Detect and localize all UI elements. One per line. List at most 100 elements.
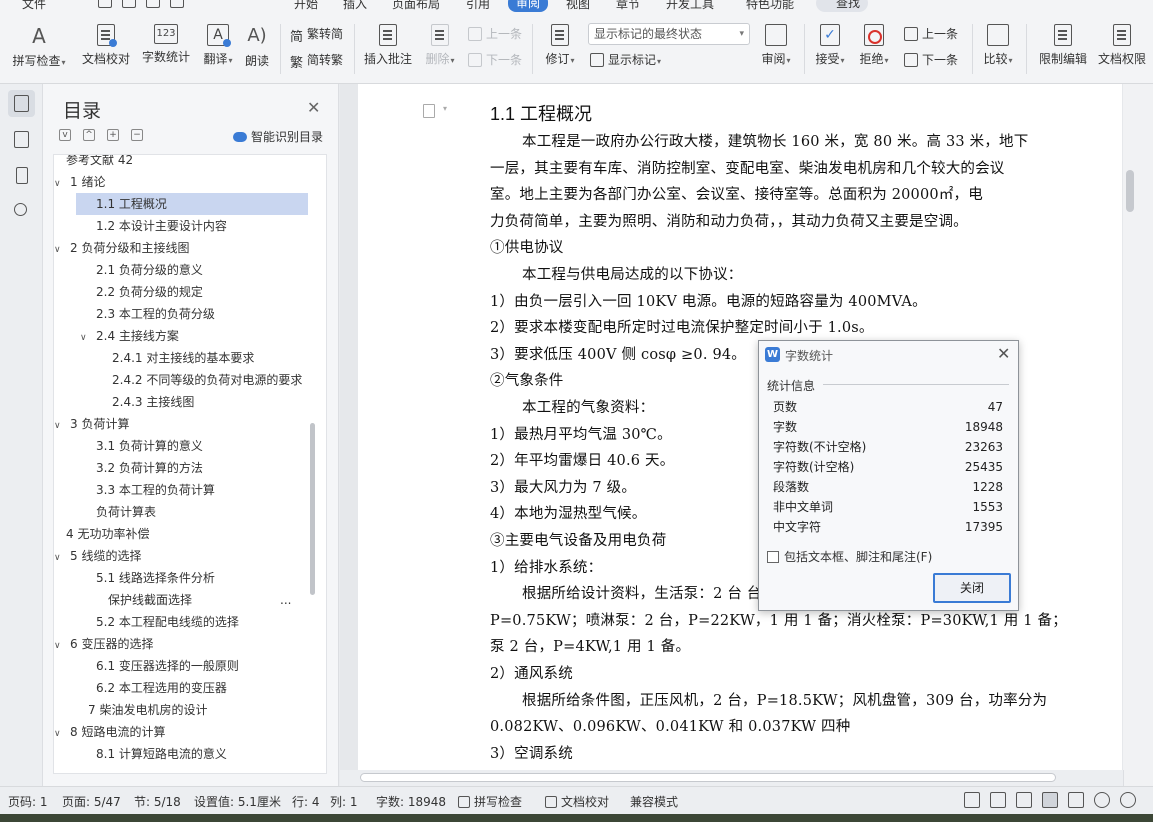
horizontal-scrollbar[interactable] [340, 770, 1123, 786]
close-icon[interactable]: ✕ [997, 344, 1010, 363]
toc-item[interactable]: ∨ 8 短路电流的计算 [54, 721, 304, 743]
toc-item[interactable]: 2.4.3 主接线图 [54, 391, 304, 413]
toc-item[interactable]: 2.4.2 不同等级的负荷对电源的要求 [54, 369, 304, 391]
chevron-down-icon[interactable]: ∨ [54, 635, 64, 655]
status-proof-button[interactable]: 文档校对 [545, 793, 609, 810]
scroll-thumb[interactable] [1126, 170, 1134, 212]
close-icon[interactable]: ✕ [307, 98, 320, 117]
chapter-pane-button[interactable] [8, 126, 35, 153]
simp-to-trad-button[interactable]: 繁简转繁 [290, 51, 343, 71]
toc-item[interactable]: ∨ 5 线缆的选择 [54, 545, 304, 567]
outline-view-icon[interactable] [1068, 792, 1084, 808]
accept-button[interactable]: ✓ 接受▾ [812, 24, 848, 67]
toc-item[interactable]: 1.1 工程概况 [76, 193, 308, 215]
status-page[interactable]: 页面: 5/47 [62, 793, 121, 810]
delete-comment-button[interactable]: 删除▾ [420, 24, 460, 67]
menu-layout[interactable]: 页面布局 [392, 0, 440, 12]
menu-reference[interactable]: 引用 [466, 0, 490, 12]
chevron-down-icon[interactable]: ∨ [54, 547, 64, 567]
search-pane-button[interactable] [8, 198, 35, 225]
doc-permission-button[interactable]: 文档权限 [1095, 24, 1149, 67]
toc-item[interactable]: 7 柴油发电机房的设计 [54, 699, 304, 721]
toc-item[interactable]: 保护线截面选择... [54, 589, 304, 611]
print-icon[interactable] [146, 0, 160, 8]
toc-item[interactable]: 2.1 负荷分级的意义 [54, 259, 304, 281]
menu-home[interactable]: 开始 [294, 0, 318, 12]
word-count-button[interactable]: 123 字数统计 [140, 24, 192, 65]
status-page-no[interactable]: 页码: 1 [8, 793, 48, 810]
toc-item[interactable]: ∨ 2.4 主接线方案 [54, 325, 304, 347]
menu-view[interactable]: 视图 [566, 0, 590, 12]
status-words[interactable]: 字数: 18948 [376, 793, 446, 810]
read-aloud-button[interactable]: A) 朗读 [242, 24, 272, 69]
chevron-down-icon[interactable]: ▾ [443, 104, 447, 113]
smart-toc-button[interactable]: 智能识别目录 [233, 128, 323, 145]
reject-button[interactable]: 拒绝▾ [856, 24, 892, 67]
toc-item[interactable]: 3.2 负荷计算的方法 [54, 457, 304, 479]
review-pane-button[interactable]: 审阅▾ [756, 24, 796, 67]
toc-item[interactable]: 2.4.1 对主接线的基本要求 [54, 347, 304, 369]
status-spell-button[interactable]: 拼写检查 [458, 793, 522, 810]
chevron-down-icon[interactable]: ∨ [54, 723, 64, 743]
scroll-thumb[interactable] [360, 773, 1056, 782]
status-row[interactable]: 行: 4 [292, 793, 320, 810]
pen-icon[interactable] [1016, 792, 1032, 808]
menu-chapter[interactable]: 章节 [616, 0, 640, 12]
restrict-edit-button[interactable]: 限制编辑 [1036, 24, 1090, 67]
collapse-all-icon[interactable]: v [59, 129, 71, 141]
bookmark-pane-button[interactable] [8, 162, 35, 189]
menu-special[interactable]: 特色功能 [746, 0, 794, 12]
expand-up-icon[interactable]: ^ [83, 129, 95, 141]
more-icon[interactable]: ... [280, 589, 291, 611]
chevron-down-icon[interactable]: ∨ [54, 239, 64, 259]
vertical-scrollbar[interactable] [1123, 84, 1137, 770]
menu-insert[interactable]: 插入 [343, 0, 367, 12]
export-icon[interactable] [122, 0, 136, 8]
prev-comment-button[interactable]: 上一条 [468, 25, 522, 43]
toc-item[interactable]: 负荷计算表 [54, 501, 304, 523]
toc-scroll-thumb[interactable] [310, 423, 315, 595]
read-mode-icon[interactable] [990, 792, 1006, 808]
trad-to-simp-button[interactable]: 简繁转简 [290, 25, 343, 45]
toc-item[interactable]: 参考文献 42 [54, 155, 304, 171]
toc-item[interactable]: 8.1 计算短路电流的意义 [54, 743, 304, 765]
markup-state-select[interactable]: 显示标记的最终状态 ▾ [588, 23, 750, 45]
next-comment-button[interactable]: 下一条 [468, 51, 522, 69]
chevron-down-icon[interactable]: ∨ [80, 327, 90, 347]
toc-item[interactable]: 1.2 本设计主要设计内容 [54, 215, 304, 237]
remove-heading-icon[interactable]: − [131, 129, 143, 141]
toc-item[interactable]: ∨ 3 负荷计算 [54, 413, 304, 435]
toc-item[interactable]: 2.2 负荷分级的规定 [54, 281, 304, 303]
prev-change-button[interactable]: 上一条 [904, 25, 958, 43]
toc-item[interactable]: 6.1 变压器选择的一般原则 [54, 655, 304, 677]
menu-file[interactable]: 文件 [22, 0, 46, 12]
toc-item[interactable]: 3.3 本工程的负荷计算 [54, 479, 304, 501]
status-section[interactable]: 节: 5/18 [134, 793, 181, 810]
spell-check-button[interactable]: A 拼写检查▾ [8, 24, 70, 69]
fullscreen-icon[interactable] [964, 792, 980, 808]
insert-comment-button[interactable]: 插入批注 [362, 24, 414, 67]
web-view-icon[interactable] [1094, 792, 1110, 808]
next-change-button[interactable]: 下一条 [904, 51, 958, 69]
toc-item[interactable]: ∨ 1 绪论 [54, 171, 304, 193]
paragraph-icon[interactable] [423, 104, 435, 118]
eye-icon[interactable] [1120, 792, 1136, 808]
chevron-down-icon[interactable]: ∨ [54, 173, 64, 193]
chevron-down-icon[interactable]: ∨ [54, 415, 64, 435]
toc-pane-button[interactable] [8, 90, 35, 117]
save-icon[interactable] [98, 0, 112, 8]
compare-button[interactable]: 比较▾ [980, 24, 1016, 67]
checkbox-icon[interactable] [767, 551, 779, 563]
toc-item[interactable]: 3.1 负荷计算的意义 [54, 435, 304, 457]
toc-item[interactable]: ∨ 6 变压器的选择 [54, 633, 304, 655]
toc-item[interactable]: ∨ 2 负荷分级和主接线图 [54, 237, 304, 259]
menu-developer[interactable]: 开发工具 [666, 0, 714, 12]
show-markup-button[interactable]: 显示标记▾ [590, 51, 661, 69]
preview-icon[interactable] [170, 0, 184, 8]
translate-button[interactable]: A 翻译▾ [198, 24, 238, 67]
revise-button[interactable]: 修订▾ [540, 24, 580, 67]
include-textbox-checkbox[interactable]: 包括文本框、脚注和尾注(F) [767, 548, 932, 565]
toc-item[interactable]: 6.2 本工程选用的变压器 [54, 677, 304, 699]
toc-item[interactable]: 5.2 本工程配电线缆的选择 [54, 611, 304, 633]
add-heading-icon[interactable]: + [107, 129, 119, 141]
